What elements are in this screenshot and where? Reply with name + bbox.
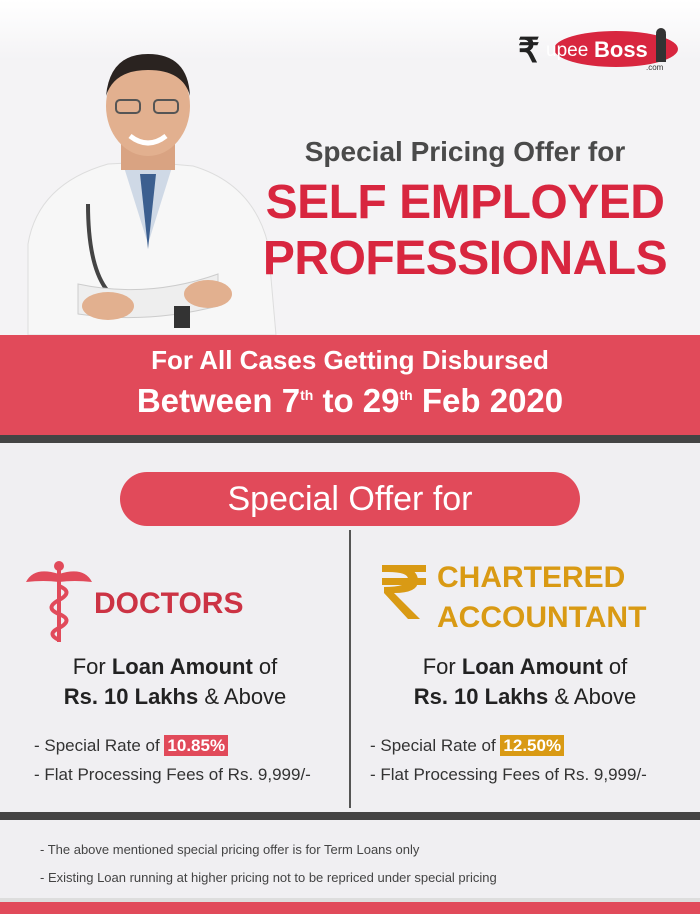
ca-rate-value: 12.50%: [500, 735, 565, 756]
note-item: - Existing Loan running at higher pricin…: [40, 870, 497, 885]
special-offer-title: Special Offer for: [227, 480, 473, 518]
ca-fees: - Flat Processing Fees of Rs. 9,999/-: [370, 765, 647, 784]
headline: Special Pricing Offer for SELF EMPLOYED …: [230, 136, 700, 284]
headline-line1: SELF EMPLOYED: [265, 176, 665, 229]
bottom-bar: [0, 898, 700, 914]
ca-amount-value: Rs. 10 Lakhs: [413, 684, 549, 709]
footer-divider: [0, 812, 700, 820]
ca-rate: - Special Rate of 12.50%: [370, 735, 565, 756]
divider-band: [0, 435, 700, 443]
logo-boss-text: Boss: [594, 37, 648, 62]
doctors-amount: For Loan Amount of Rs. 10 Lakhs & Above: [0, 652, 350, 712]
banner-line2: Between 7th to 29th Feb 2020: [0, 382, 700, 420]
ca-amount-above: & Above: [548, 684, 637, 709]
ca-title-line2: ACCOUNTANT: [437, 601, 647, 634]
ca-amount: For Loan Amount of Rs. 10 Lakhs & Above: [350, 652, 700, 712]
ca-rate-label: - Special Rate of: [370, 736, 501, 755]
banner-sup-1: th: [300, 387, 314, 403]
ca-title-line1: CHARTERED: [437, 561, 626, 594]
doctors-fees: - Flat Processing Fees of Rs. 9,999/-: [34, 765, 311, 784]
ca-amount-bold: Loan Amount: [461, 654, 603, 679]
banner-month-year: Feb 2020: [412, 382, 564, 419]
ca-amount-pre: For: [422, 654, 462, 679]
rupee-icon: [382, 565, 426, 619]
ca-title: CHARTERED ACCOUNTANT: [437, 558, 646, 638]
doctors-amount-pre: For: [72, 654, 112, 679]
doctors-title: DOCTORS: [94, 587, 244, 620]
headline-line2: PROFESSIONALS: [262, 232, 668, 285]
special-offer-pill: Special Offer for: [120, 472, 580, 526]
doctors-amount-value: Rs. 10 Lakhs: [63, 684, 199, 709]
doctors-rate-label: - Special Rate of: [34, 736, 165, 755]
doctors-rate: - Special Rate of 10.85%: [34, 735, 229, 756]
doctors-amount-above: & Above: [198, 684, 287, 709]
ca-amount-post: of: [602, 654, 628, 679]
doctors-amount-post: of: [252, 654, 278, 679]
banner-sup-2: th: [399, 387, 413, 403]
logo-com-text: .com: [646, 63, 664, 72]
banner-line1: For All Cases Getting Disbursed: [151, 345, 549, 375]
logo-upee-text: upee: [546, 40, 588, 61]
banner-date-end: to 29: [313, 382, 400, 419]
doctors-amount-bold: Loan Amount: [111, 654, 253, 679]
rupeeboss-logo: ₹ upee Boss .com: [518, 28, 678, 72]
disbursement-banner: For All Cases Getting Disbursed Between …: [0, 335, 700, 435]
logo-rupee-glyph: ₹: [518, 32, 540, 70]
caduceus-icon: [26, 561, 92, 642]
doctors-rate-value: 10.85%: [164, 735, 229, 756]
banner-date-start: Between 7: [136, 382, 301, 419]
notes: - The above mentioned special pricing of…: [40, 836, 497, 892]
headline-pre: Special Pricing Offer for: [304, 136, 626, 167]
note-item: - The above mentioned special pricing of…: [40, 842, 420, 857]
